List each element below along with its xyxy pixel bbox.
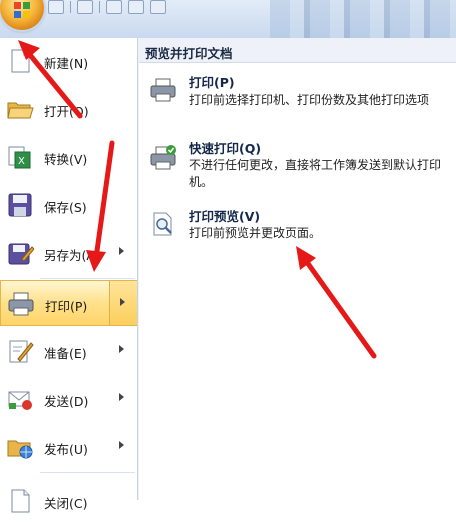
send-icon (8, 391, 32, 410)
menu-divider (40, 278, 135, 279)
prepare-icon (9, 340, 34, 363)
menu-left-pane: 新建(N) 打开(O) X 转换(V) 保存(S) 另存为(A) 打印(P) 准… (0, 38, 138, 513)
print-option-quick-print[interactable]: 快速打印(Q) 不进行任何更改，直接将工作簿发送到默认打印机。 (139, 136, 456, 200)
save-as-icon (8, 243, 34, 265)
submenu-arrow-icon (119, 393, 124, 401)
option-description: 不进行任何更改，直接将工作簿发送到默认打印机。 (189, 158, 442, 189)
printer-icon (8, 292, 34, 316)
menu-item-label: 打开(O) (44, 104, 89, 119)
menu-item-label: 新建(N) (44, 56, 89, 71)
menu-item-print[interactable]: 打印(P) (0, 280, 137, 326)
menu-item-label: 发布(U) (44, 442, 88, 457)
close-document-icon (11, 489, 30, 513)
menu-item-save-as[interactable]: 另存为(A) (0, 230, 137, 276)
title-bar (0, 0, 456, 39)
qat-print-preview-icon[interactable] (106, 0, 122, 14)
menu-item-label: 关闭(C) (44, 496, 88, 511)
qat-spelling-icon[interactable] (150, 0, 166, 14)
qat-save-icon[interactable] (48, 0, 64, 14)
open-folder-icon (7, 102, 34, 119)
qat-redo-icon[interactable] (128, 0, 144, 14)
submenu-arrow-icon (119, 345, 124, 353)
print-option-print[interactable]: 打印(P) 打印前选择打印机、打印份数及其他打印选项 (139, 70, 456, 128)
menu-item-publish[interactable]: 发布(U) (0, 424, 137, 470)
menu-item-label: 另存为(A) (44, 248, 100, 263)
quick-access-toolbar (48, 0, 166, 14)
pane-header-title: 预览并打印文档 (145, 46, 233, 61)
printer-icon (150, 78, 176, 102)
option-title: 打印(P) (189, 75, 235, 90)
pane-header: 预览并打印文档 (139, 38, 456, 63)
qat-separator (70, 1, 71, 13)
menu-item-label: 保存(S) (44, 200, 87, 215)
menu-divider (40, 472, 135, 473)
option-title: 快速打印(Q) (189, 141, 262, 156)
convert-icon: X (8, 146, 31, 169)
print-submenu-pane: 预览并打印文档 打印(P) 打印前选择打印机、打印份数及其他打印选项 快速打印(… (138, 38, 456, 500)
menu-item-send[interactable]: 发送(D) (0, 376, 137, 422)
option-description: 打印前选择打印机、打印份数及其他打印选项 (189, 93, 430, 107)
print-preview-icon (153, 212, 172, 236)
print-option-print-preview[interactable]: 打印预览(V) 打印前预览并更改页面。 (139, 204, 456, 252)
quick-print-icon (150, 145, 176, 170)
office-menu: 新建(N) 打开(O) X 转换(V) 保存(S) 另存为(A) 打印(P) 准… (0, 38, 456, 513)
option-description: 打印前预览并更改页面。 (189, 226, 322, 240)
svg-text:X: X (18, 156, 25, 167)
menu-item-prepare[interactable]: 准备(E) (0, 328, 137, 374)
submenu-arrow-icon (120, 298, 125, 306)
submenu-arrow-icon (119, 247, 124, 255)
qat-separator (99, 1, 100, 13)
ribbon-background (270, 0, 456, 38)
save-disk-icon (8, 193, 32, 217)
qat-undo-icon[interactable] (77, 0, 93, 14)
menu-item-label: 打印(P) (45, 299, 88, 314)
menu-item-label: 发送(D) (44, 394, 89, 409)
office-logo-icon (14, 2, 30, 18)
menu-item-save[interactable]: 保存(S) (0, 182, 137, 228)
menu-item-label: 转换(V) (44, 152, 88, 167)
menu-item-new[interactable]: 新建(N) (0, 38, 137, 84)
submenu-arrow-icon (119, 441, 124, 449)
menu-item-close[interactable]: 关闭(C) (0, 478, 137, 524)
menu-item-convert[interactable]: X 转换(V) (0, 134, 137, 180)
menu-item-open[interactable]: 打开(O) (0, 86, 137, 132)
publish-icon (7, 440, 33, 459)
option-title: 打印预览(V) (189, 209, 261, 224)
menu-item-label: 准备(E) (44, 346, 87, 361)
new-document-icon (11, 49, 30, 73)
